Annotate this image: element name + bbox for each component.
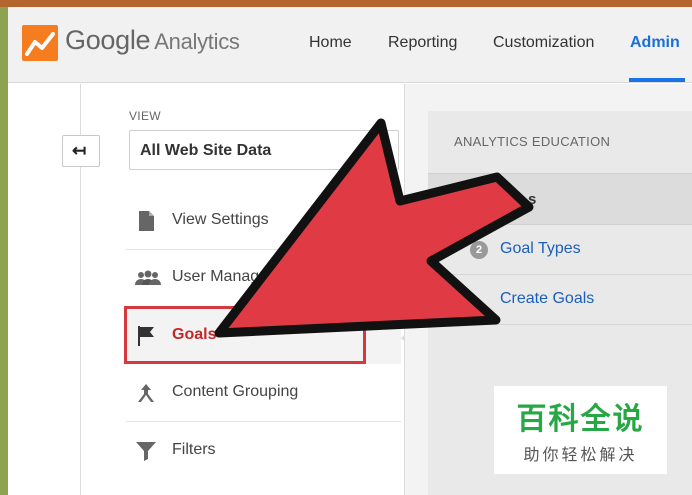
analytics-page: Google Analytics Home Reporting Customiza…: [8, 7, 692, 495]
watermark-subtitle: 助你轻松解决: [523, 447, 638, 464]
screenshot-frame: Google Analytics Home Reporting Customiza…: [0, 0, 692, 495]
watermark: 百科全说 助你轻松解决: [494, 386, 667, 474]
red-arrow-shape: [214, 118, 534, 338]
watermark-title: 百科全说: [516, 403, 645, 436]
top-color-strip: [0, 0, 692, 7]
